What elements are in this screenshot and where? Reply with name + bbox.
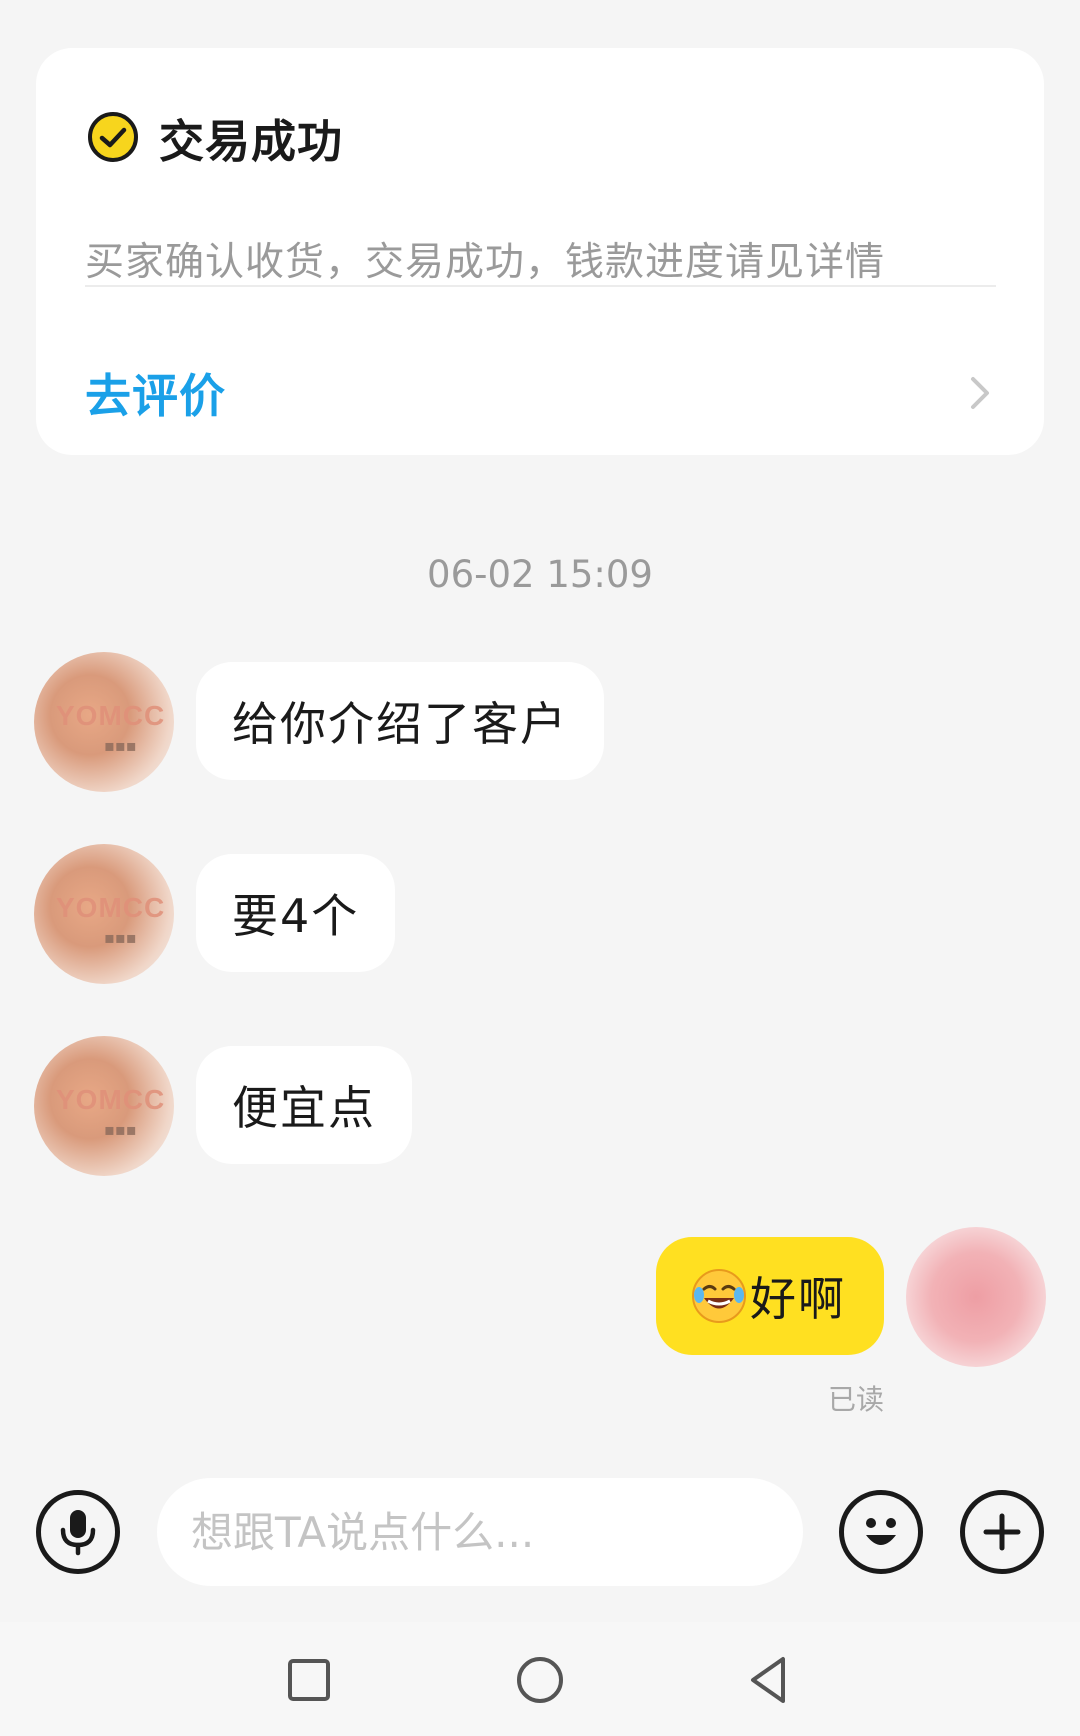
contact-avatar[interactable]: YOMCC ▪▪▪ (34, 844, 174, 984)
message-bubble[interactable]: 便宜点 (196, 1046, 412, 1164)
avatar-logo-mark: ▪▪▪ (104, 1120, 137, 1139)
my-message-bubble[interactable]: 好啊 (656, 1237, 884, 1355)
avatar-logo-mark: YOMCC (56, 1084, 166, 1115)
order-status-title: 交易成功 (159, 114, 344, 168)
plus-icon (983, 1513, 1021, 1551)
system-nav-bar (0, 1622, 1080, 1736)
order-status-subtitle: 买家确认收货，交易成功，钱款进度请见详情 (85, 240, 886, 285)
card-divider (85, 285, 996, 287)
circle-icon[interactable] (508, 1648, 572, 1712)
order-status-card: 交易成功 买家确认收货，交易成功，钱款进度请见详情 去评价 (36, 48, 1044, 455)
microphone-icon (60, 1510, 96, 1556)
emoji-button[interactable] (839, 1490, 923, 1574)
triangle-back-icon[interactable] (738, 1648, 802, 1712)
message-bubble[interactable]: 要4个 (196, 854, 396, 972)
square-icon[interactable] (277, 1648, 341, 1712)
message-input[interactable] (157, 1478, 803, 1586)
go-review-row[interactable]: 去评价 (36, 348, 1044, 438)
check-circle-icon (88, 112, 138, 162)
avatar-logo-mark: YOMCC (56, 892, 166, 923)
avatar-logo-mark: ▪▪▪ (104, 928, 137, 947)
order-status-title-row: 交易成功 (87, 106, 343, 168)
my-avatar[interactable] (906, 1227, 1046, 1367)
smiley-icon (866, 1518, 896, 1545)
more-button[interactable] (960, 1490, 1044, 1574)
avatar-logo-mark: ▪▪▪ (104, 736, 137, 755)
go-review-label: 去评价 (85, 369, 226, 423)
avatar-logo-mark: YOMCC (56, 700, 166, 731)
message-text: 要4个 (232, 889, 360, 943)
message-text: 给你介绍了客户 (232, 697, 568, 751)
contact-avatar[interactable]: YOMCC ▪▪▪ (34, 1036, 174, 1176)
message-text: 好啊 (750, 1272, 846, 1326)
chevron-right-icon (971, 377, 989, 409)
contact-avatar[interactable]: YOMCC ▪▪▪ (34, 652, 174, 792)
voice-button[interactable] (36, 1490, 120, 1574)
message-text: 便宜点 (232, 1081, 376, 1135)
chat-timestamp: 06-02 15:09 (427, 553, 653, 596)
message-bubble[interactable]: 给你介绍了客户 (196, 662, 604, 780)
read-status: 已读 (827, 1383, 884, 1416)
chat-screen: 交易成功 买家确认收货，交易成功，钱款进度请见详情 去评价 06-02 15:0… (0, 0, 1080, 1736)
laughing-crying-emoji-icon (692, 1269, 746, 1323)
